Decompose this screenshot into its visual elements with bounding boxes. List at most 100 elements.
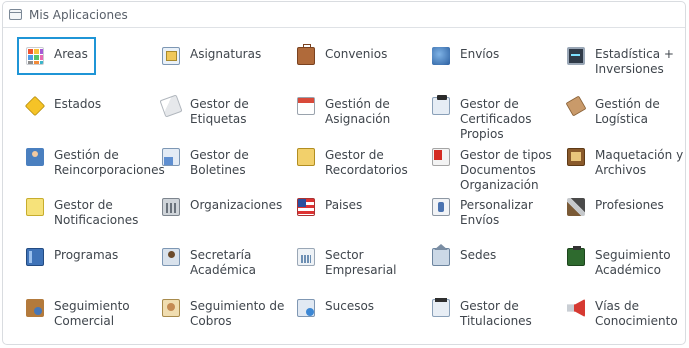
app-item-recordatorios[interactable]: Gestor de Recordatorios [297,148,408,178]
app-item-organizaciones[interactable]: Organizaciones [162,198,282,216]
app-item-programas[interactable]: Programas [26,248,118,266]
app-item-vias-conocimiento[interactable]: Vías de Conocimiento [567,299,678,329]
profesiones-icon [567,198,585,216]
app-label: Vías de Conocimiento [595,299,678,329]
app-label: Profesiones [595,198,664,213]
paises-icon [297,198,315,216]
estados-icon [24,95,46,117]
app-label-line: Seguimiento [595,248,671,262]
app-label-line: Gestor de [190,97,249,111]
boletines-icon [162,148,180,166]
app-label: Seguimiento Comercial [54,299,130,329]
app-label-line: Asignación [325,112,391,126]
app-label-line: Asignaturas [190,47,262,61]
app-label-line: Seguimiento de [190,299,285,313]
app-item-certificados[interactable]: Gestor de Certificados Propios [432,95,531,142]
app-label-line: Maquetación y [595,148,684,162]
app-item-profesiones[interactable]: Profesiones [567,198,664,216]
app-label: Gestión de Logística [595,97,660,127]
app-label: Personalizar Envíos [460,198,533,228]
app-label-line: Gestor de [54,198,113,212]
recordatorios-icon [297,148,315,166]
asignacion-icon [297,97,315,115]
app-item-notificaciones[interactable]: Gestor de Notificaciones [26,198,138,228]
organizaciones-icon [162,198,180,216]
app-label-line: Personalizar [460,198,533,212]
app-item-seguimiento-comercial[interactable]: Seguimiento Comercial [26,299,130,329]
app-label: Envíos [460,47,499,62]
app-label-line: Comercial [54,314,115,328]
app-item-seguimiento-academico[interactable]: Seguimiento Académico [567,246,671,278]
app-item-asignaturas[interactable]: Asignaturas [162,47,261,65]
app-item-sucesos[interactable]: Sucesos [297,299,374,317]
maquetacion-icon [567,148,585,166]
app-label: Gestor de Boletines [190,148,249,178]
app-label-line: Boletines [190,163,246,177]
app-label-line: Notificaciones [54,213,139,227]
selected-item-highlight [17,37,96,75]
app-label-line: Gestor de [190,148,249,162]
app-label-line: Secretaría [190,248,252,262]
app-item-etiquetas[interactable]: Gestor de Etiquetas [159,94,249,127]
secretaria-icon [162,248,180,266]
vias-conocimiento-icon [567,299,585,317]
app-item-personalizar-envios[interactable]: Personalizar Envíos [432,198,533,228]
app-item-estados[interactable]: Estados [24,95,101,117]
app-label-line: Reincorporaciones [54,163,165,177]
app-label-line: Académica [190,263,256,277]
app-label-line: Empresarial [325,263,397,277]
app-item-logistica[interactable]: Gestión de Logística [565,95,660,127]
app-label-line: Seguimiento [54,299,130,313]
logistica-icon [565,95,587,117]
app-item-titulaciones[interactable]: Gestor de Titulaciones [432,298,532,329]
app-label-line: Archivos [595,163,647,177]
titulaciones-icon [432,298,450,317]
app-label-line: Sedes [460,248,497,262]
reincorporaciones-icon [26,148,44,166]
app-label: Seguimiento Académico [595,248,671,278]
sector-empresarial-icon [297,248,315,266]
app-label: Estadística + Inversiones [595,47,674,77]
app-item-tipos-documentos[interactable]: Gestor de tipos Documentos Organización [432,148,552,193]
app-label: Sedes [460,248,496,263]
app-label: Programas [54,248,118,263]
app-label: Gestión de Reincorporaciones [54,148,165,178]
app-label: Gestor de Recordatorios [325,148,408,178]
app-label-line: Envíos [460,213,500,227]
app-label: Maquetación y Archivos [595,148,683,178]
app-label-line: Gestor de [460,299,519,313]
app-label: Estados [54,97,101,112]
etiquetas-icon [159,94,183,118]
app-label: Gestor de Titulaciones [460,299,532,329]
sedes-icon [432,244,450,266]
app-item-sector-empresarial[interactable]: Sector Empresarial [297,248,397,278]
app-label-line: Organización [460,178,539,192]
app-item-reincorporaciones[interactable]: Gestión de Reincorporaciones [26,148,165,178]
app-item-envios[interactable]: Envíos [432,47,499,65]
app-item-maquetacion[interactable]: Maquetación y Archivos [567,148,683,178]
app-label-line: Propios [460,127,504,141]
app-label: Organizaciones [190,198,282,213]
app-label: Gestor de tipos Documentos Organización [460,148,552,193]
app-item-convenios[interactable]: Convenios [297,44,387,65]
app-label-line: Sector [325,248,364,262]
app-item-secretaria[interactable]: Secretaría Académica [162,248,256,278]
app-item-asignacion[interactable]: Gestión de Asignación [297,97,390,127]
app-label: Secretaría Académica [190,248,256,278]
app-label-line: Gestión de [54,148,119,162]
app-item-estadistica[interactable]: Estadística + Inversiones [567,47,674,77]
app-item-paises[interactable]: Paises [297,198,362,216]
app-label-line: Gestor de [325,148,384,162]
seguimiento-comercial-icon [26,299,44,317]
app-label-line: Gestor de [460,97,519,111]
app-label: Paises [325,198,362,213]
app-label-line: Estadística + [595,47,674,61]
personalizar-envios-icon [432,198,450,216]
app-item-boletines[interactable]: Gestor de Boletines [162,148,249,178]
app-label-line: Gestión de [595,97,660,111]
app-label-line: Académico [595,263,661,277]
app-item-seguimiento-cobros[interactable]: Seguimiento de Cobros [162,299,284,329]
app-label-line: Vías de [595,299,639,313]
app-item-sedes[interactable]: Sedes [432,244,496,266]
seguimiento-cobros-icon [162,299,180,317]
